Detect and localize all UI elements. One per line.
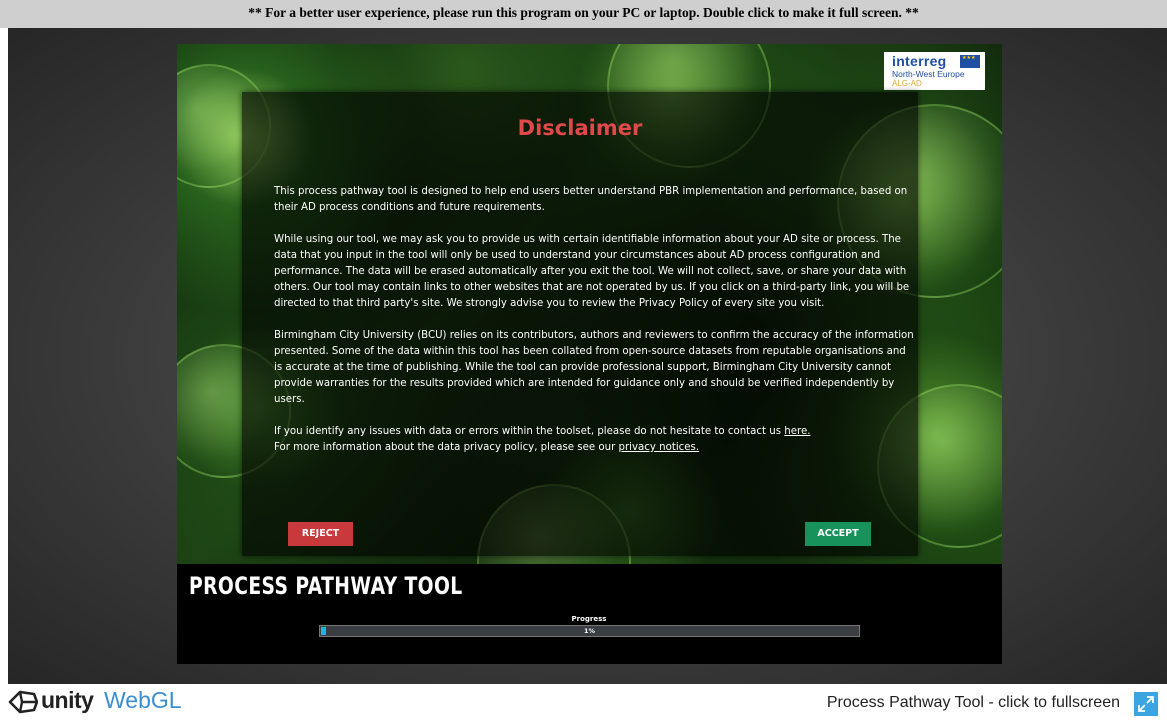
logo-title: interreg: [892, 53, 947, 69]
contact-text: If you identify any issues with data or …: [274, 426, 785, 437]
disclaimer-paragraph: This process pathway tool is designed to…: [274, 186, 908, 213]
webgl-wordmark: WebGL: [104, 687, 182, 713]
dialog-body: This process pathway tool is designed to…: [274, 184, 914, 456]
game-canvas[interactable]: interreg North-West Europe ALG-AD Discla…: [177, 44, 1002, 564]
progress-bar: 1%: [319, 625, 860, 637]
disclaimer-dialog: Disclaimer This process pathway tool is …: [242, 92, 918, 556]
disclaimer-paragraph: Birmingham City University (BCU) relies …: [274, 330, 914, 405]
unity-wordmark: unity: [41, 687, 94, 713]
tool-header-bar: PROCESS PATHWAY TOOL Progress 1%: [177, 564, 1002, 664]
privacy-text: For more information about the data priv…: [274, 442, 619, 453]
privacy-link[interactable]: privacy notices.: [619, 442, 700, 453]
progress-percent: 1%: [583, 627, 596, 635]
fullscreen-icon: [1138, 696, 1154, 712]
progress-label: Progress: [571, 615, 607, 623]
logo-subtitle: North-West Europe: [892, 69, 965, 79]
logo-project: ALG-AD: [892, 79, 922, 88]
notice-banner: ** For a better user experience, please …: [0, 0, 1167, 28]
fullscreen-button[interactable]: [1134, 692, 1158, 716]
disclaimer-paragraph: While using our tool, we may ask you to …: [274, 234, 910, 309]
tool-title: PROCESS PATHWAY TOOL: [189, 572, 463, 600]
contact-link[interactable]: here.: [784, 426, 810, 437]
interreg-logo: interreg North-West Europe ALG-AD: [884, 52, 985, 90]
accept-button[interactable]: ACCEPT: [805, 522, 871, 546]
eu-flag-icon: [960, 55, 980, 68]
footer-title: Process Pathway Tool - click to fullscre…: [826, 694, 1120, 711]
privacy-line: For more information about the data priv…: [274, 440, 914, 456]
unity-logo-icon: [8, 690, 38, 714]
dialog-title: Disclaimer: [517, 116, 643, 140]
contact-line: If you identify any issues with data or …: [274, 424, 914, 440]
reject-button[interactable]: REJECT: [288, 522, 353, 546]
